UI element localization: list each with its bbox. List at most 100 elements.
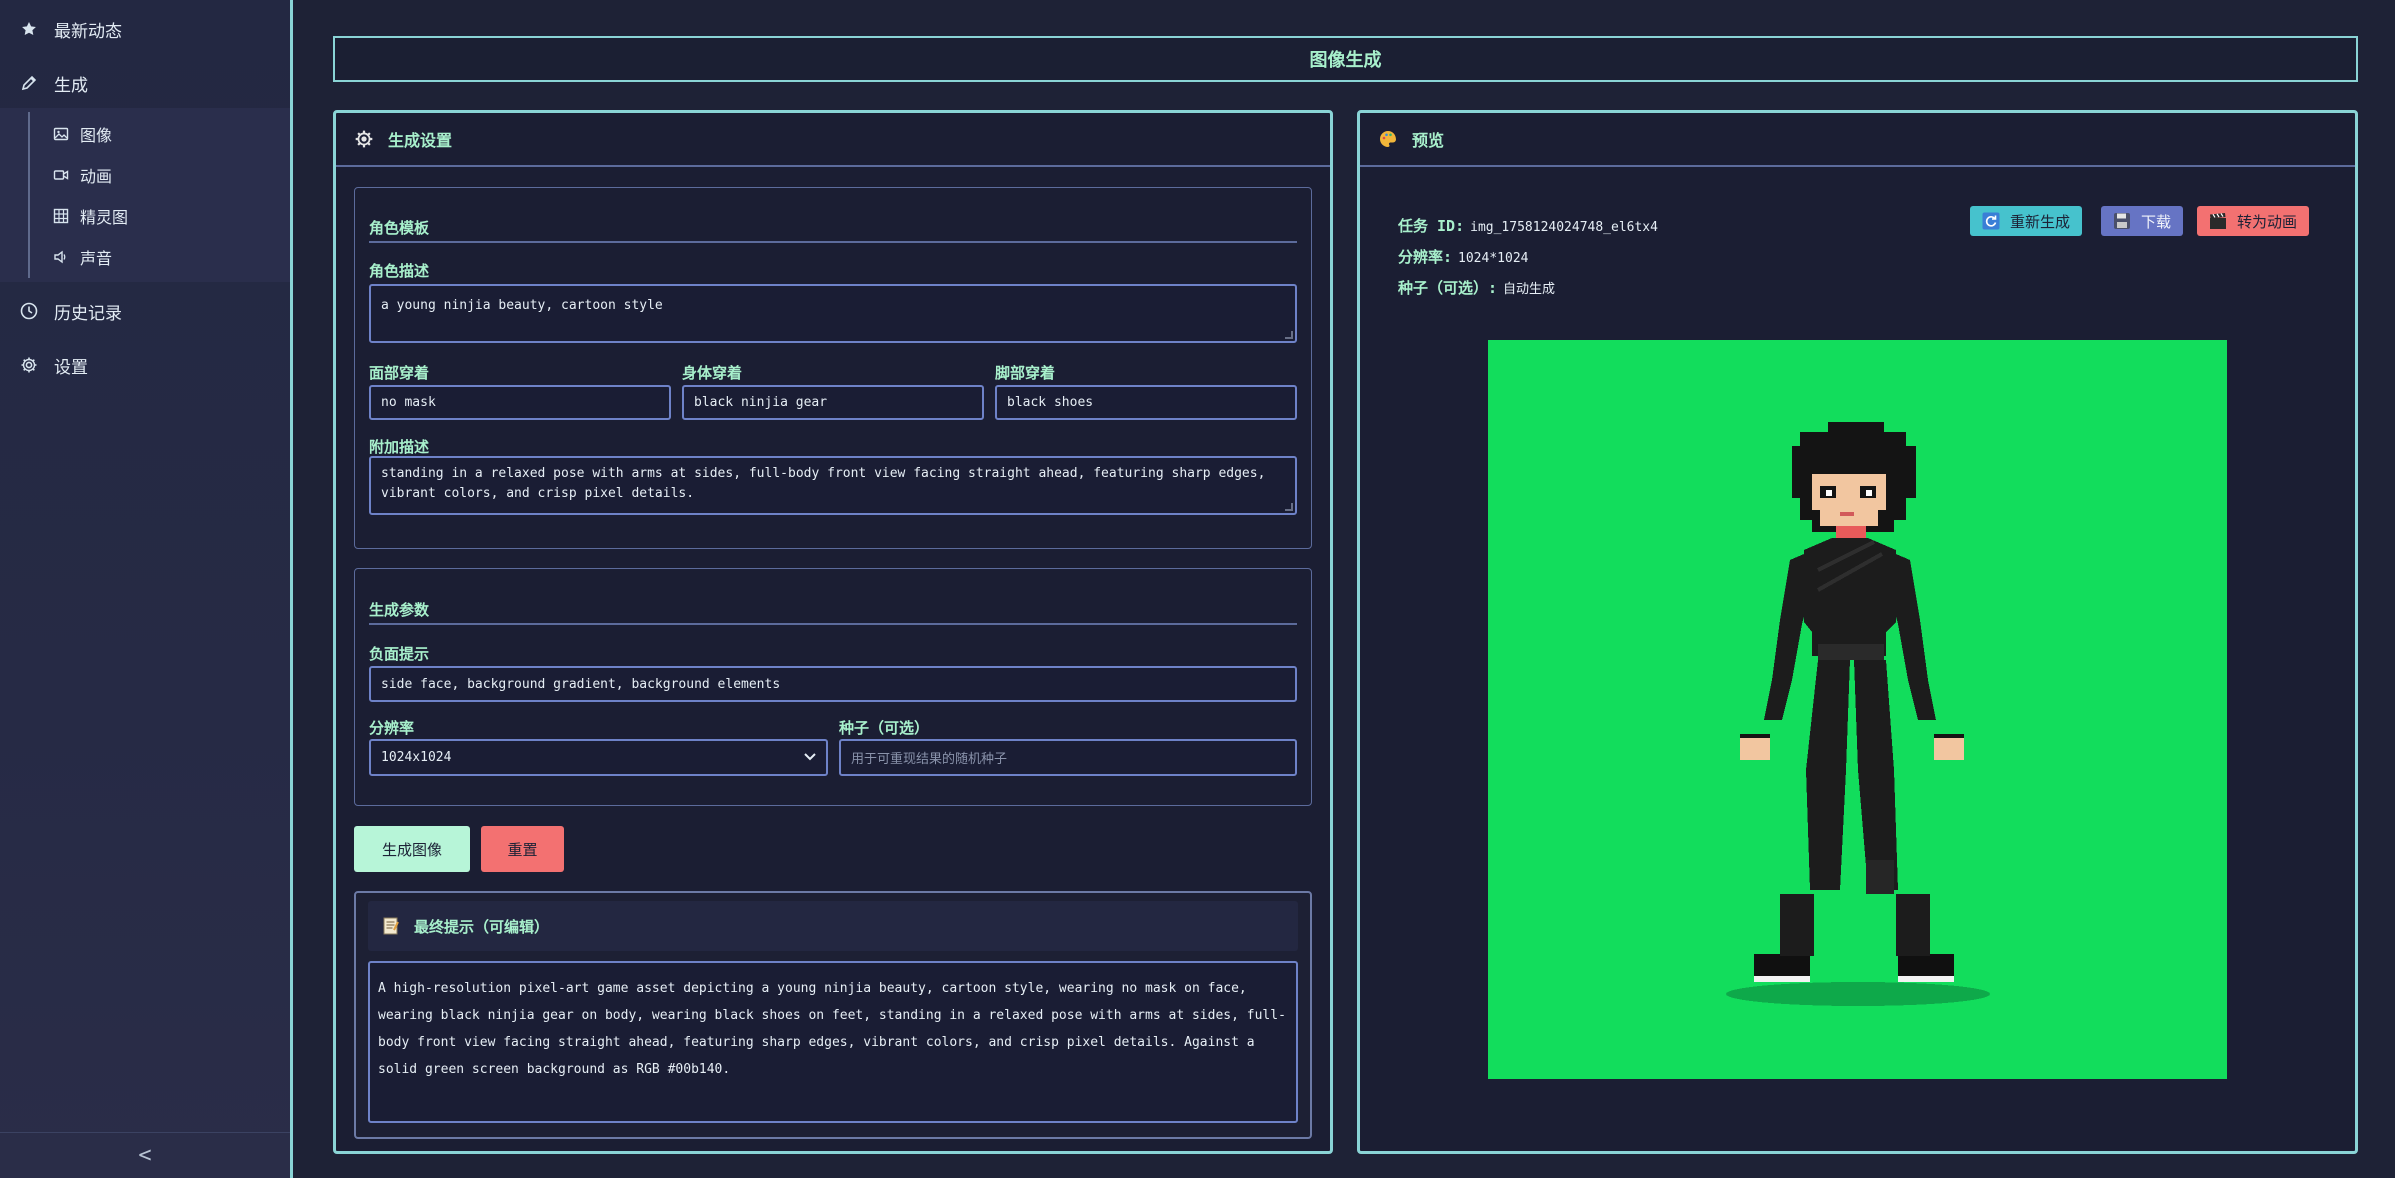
resolution-label: 分辨率 [369,719,415,737]
seed-input[interactable]: 用于可重现结果的随机种子 [839,739,1297,776]
sidebar-item-label: 最新动态 [54,21,122,42]
gear-icon [354,129,374,149]
preview-panel: 预览 任务 ID: img_1758124024748_el6tx4 分辨率: 10… [1357,110,2358,1154]
sidebar-item-label: 生成 [54,75,88,96]
clock-icon [18,300,40,322]
preview-panel-header: 预览 [1360,113,2355,167]
body-wear-label: 身体穿着 [682,364,743,382]
seed-row: 种子（可选）: 自动生成 [1398,277,1555,298]
speaker-icon [52,248,70,266]
sidebar-collapse-button[interactable]: < [0,1132,290,1178]
task-id-row: 任务 ID: img_1758124024748_el6tx4 [1398,215,1658,236]
seed-label: 种子（可选） [839,719,930,737]
page-title-bar: 图像生成 [333,36,2358,82]
floppy-disk-icon [2113,212,2131,230]
ninja-character-image [1726,422,1990,1006]
resolution-value: 1024x1024 [381,750,452,765]
body-wear-input[interactable]: black ninjia gear [682,385,984,420]
download-button[interactable]: 下载 [2101,206,2184,236]
palette-icon [1378,129,1398,149]
sidebar-item-label: 历史记录 [54,303,122,324]
sidebar-item-label: 动画 [80,167,113,186]
sidebar-item-animation[interactable]: 动画 [52,155,112,195]
final-prompt-section: 最终提示（可编辑） A high-resolution pixel-art ga… [354,891,1312,1139]
convert-to-animation-button[interactable]: 转为动画 [2197,206,2310,236]
sidebar-item-sprite[interactable]: 精灵图 [52,196,128,236]
feet-wear-value: black shoes [1007,395,1094,410]
face-wear-input[interactable]: no mask [369,385,671,420]
resize-handle-icon[interactable] [1285,331,1293,339]
sidebar-item-news[interactable]: 最新动态 [0,2,290,56]
preview-panel-title: 预览 [1412,131,1445,150]
negative-prompt-label: 负面提示 [369,645,430,663]
face-wear-label: 面部穿着 [369,364,430,382]
final-prompt-title: 最终提示（可编辑） [414,917,550,936]
convert-to-animation-label: 转为动画 [2237,212,2298,231]
grid-icon [52,207,70,225]
star-icon [18,18,40,40]
submenu-rail [28,112,30,278]
sidebar-item-image[interactable]: 图像 [52,114,112,154]
sidebar-item-label: 设置 [54,357,88,378]
seed-label: 种子（可选）: [1398,279,1498,297]
resize-handle-icon[interactable] [1285,503,1293,511]
video-icon [52,166,70,184]
final-prompt-textarea[interactable]: A high-resolution pixel-art game asset d… [368,961,1298,1123]
sidebar-item-history[interactable]: 历史记录 [0,284,290,338]
generate-image-button[interactable]: 生成图像 [354,826,470,872]
character-desc-value: a young ninjia beauty, cartoon style [381,298,663,313]
negative-prompt-input[interactable]: side face, background gradient, backgrou… [369,666,1297,702]
pencil-icon [18,72,40,94]
sidebar-item-label: 图像 [80,126,113,145]
sidebar-item-label: 声音 [80,249,113,268]
generate-image-label: 生成图像 [381,840,442,859]
generated-image-preview [1488,340,2227,1079]
settings-panel-header: 生成设置 [336,113,1330,167]
regenerate-label: 重新生成 [2010,212,2071,231]
resolution-row: 分辨率: 1024*1024 [1398,246,1528,267]
chevron-left-icon: < [138,1143,152,1168]
final-prompt-header: 最终提示（可编辑） [368,901,1298,951]
sidebar-submenu: 图像 动画 精灵图 声音 [0,108,290,282]
task-id-value: img_1758124024748_el6tx4 [1470,220,1658,235]
resolution-value: 1024*1024 [1458,251,1529,266]
regenerate-button[interactable]: 重新生成 [1970,206,2083,236]
section-title: 生成参数 [369,595,1297,625]
seed-placeholder: 用于可重现结果的随机种子 [851,752,1008,767]
refresh-icon [1982,212,2000,230]
sidebar-item-label: 精灵图 [80,208,129,227]
reset-button[interactable]: 重置 [481,826,564,872]
image-icon [52,125,70,143]
settings-panel-title: 生成设置 [388,131,453,150]
extra-desc-input[interactable]: standing in a relaxed pose with arms at … [369,456,1297,515]
resolution-select[interactable]: 1024x1024 [369,739,828,776]
feet-wear-label: 脚部穿着 [995,364,1056,382]
character-desc-label: 角色描述 [369,262,430,280]
memo-icon [382,916,400,936]
extra-desc-label: 附加描述 [369,438,430,456]
final-prompt-value: A high-resolution pixel-art game asset d… [378,981,1286,1077]
chevron-down-icon [804,750,816,765]
section-title: 角色模板 [369,213,1297,243]
negative-prompt-value: side face, background gradient, backgrou… [381,676,781,692]
sidebar-item-settings[interactable]: 设置 [0,338,290,392]
download-label: 下载 [2141,212,2172,231]
generation-params-section: 生成参数 负面提示 side face, background gradient… [354,568,1312,806]
sidebar-item-generate[interactable]: 生成 [0,56,290,110]
page-title: 图像生成 [1309,50,1382,71]
character-template-section: 角色模板 角色描述 a young ninjia beauty, cartoon… [354,187,1312,549]
task-id-label: 任务 ID: [1398,217,1465,235]
resolution-label: 分辨率: [1398,248,1453,266]
settings-panel: 生成设置 角色模板 角色描述 a young ninjia beauty, ca… [333,110,1333,1154]
reset-label: 重置 [507,840,538,859]
body-wear-value: black ninjia gear [694,395,828,410]
gear-icon [18,354,40,376]
face-wear-value: no mask [381,395,436,410]
sidebar-item-sound[interactable]: 声音 [52,237,112,277]
seed-value: 自动生成 [1503,282,1556,297]
feet-wear-input[interactable]: black shoes [995,385,1297,420]
extra-desc-value: standing in a relaxed pose with arms at … [381,466,1266,501]
clapperboard-icon [2209,212,2227,230]
character-desc-input[interactable]: a young ninjia beauty, cartoon style [369,284,1297,343]
sidebar: 最新动态 生成 图像 动画 精灵图 声音 历史记录 设置 < [0,0,293,1178]
